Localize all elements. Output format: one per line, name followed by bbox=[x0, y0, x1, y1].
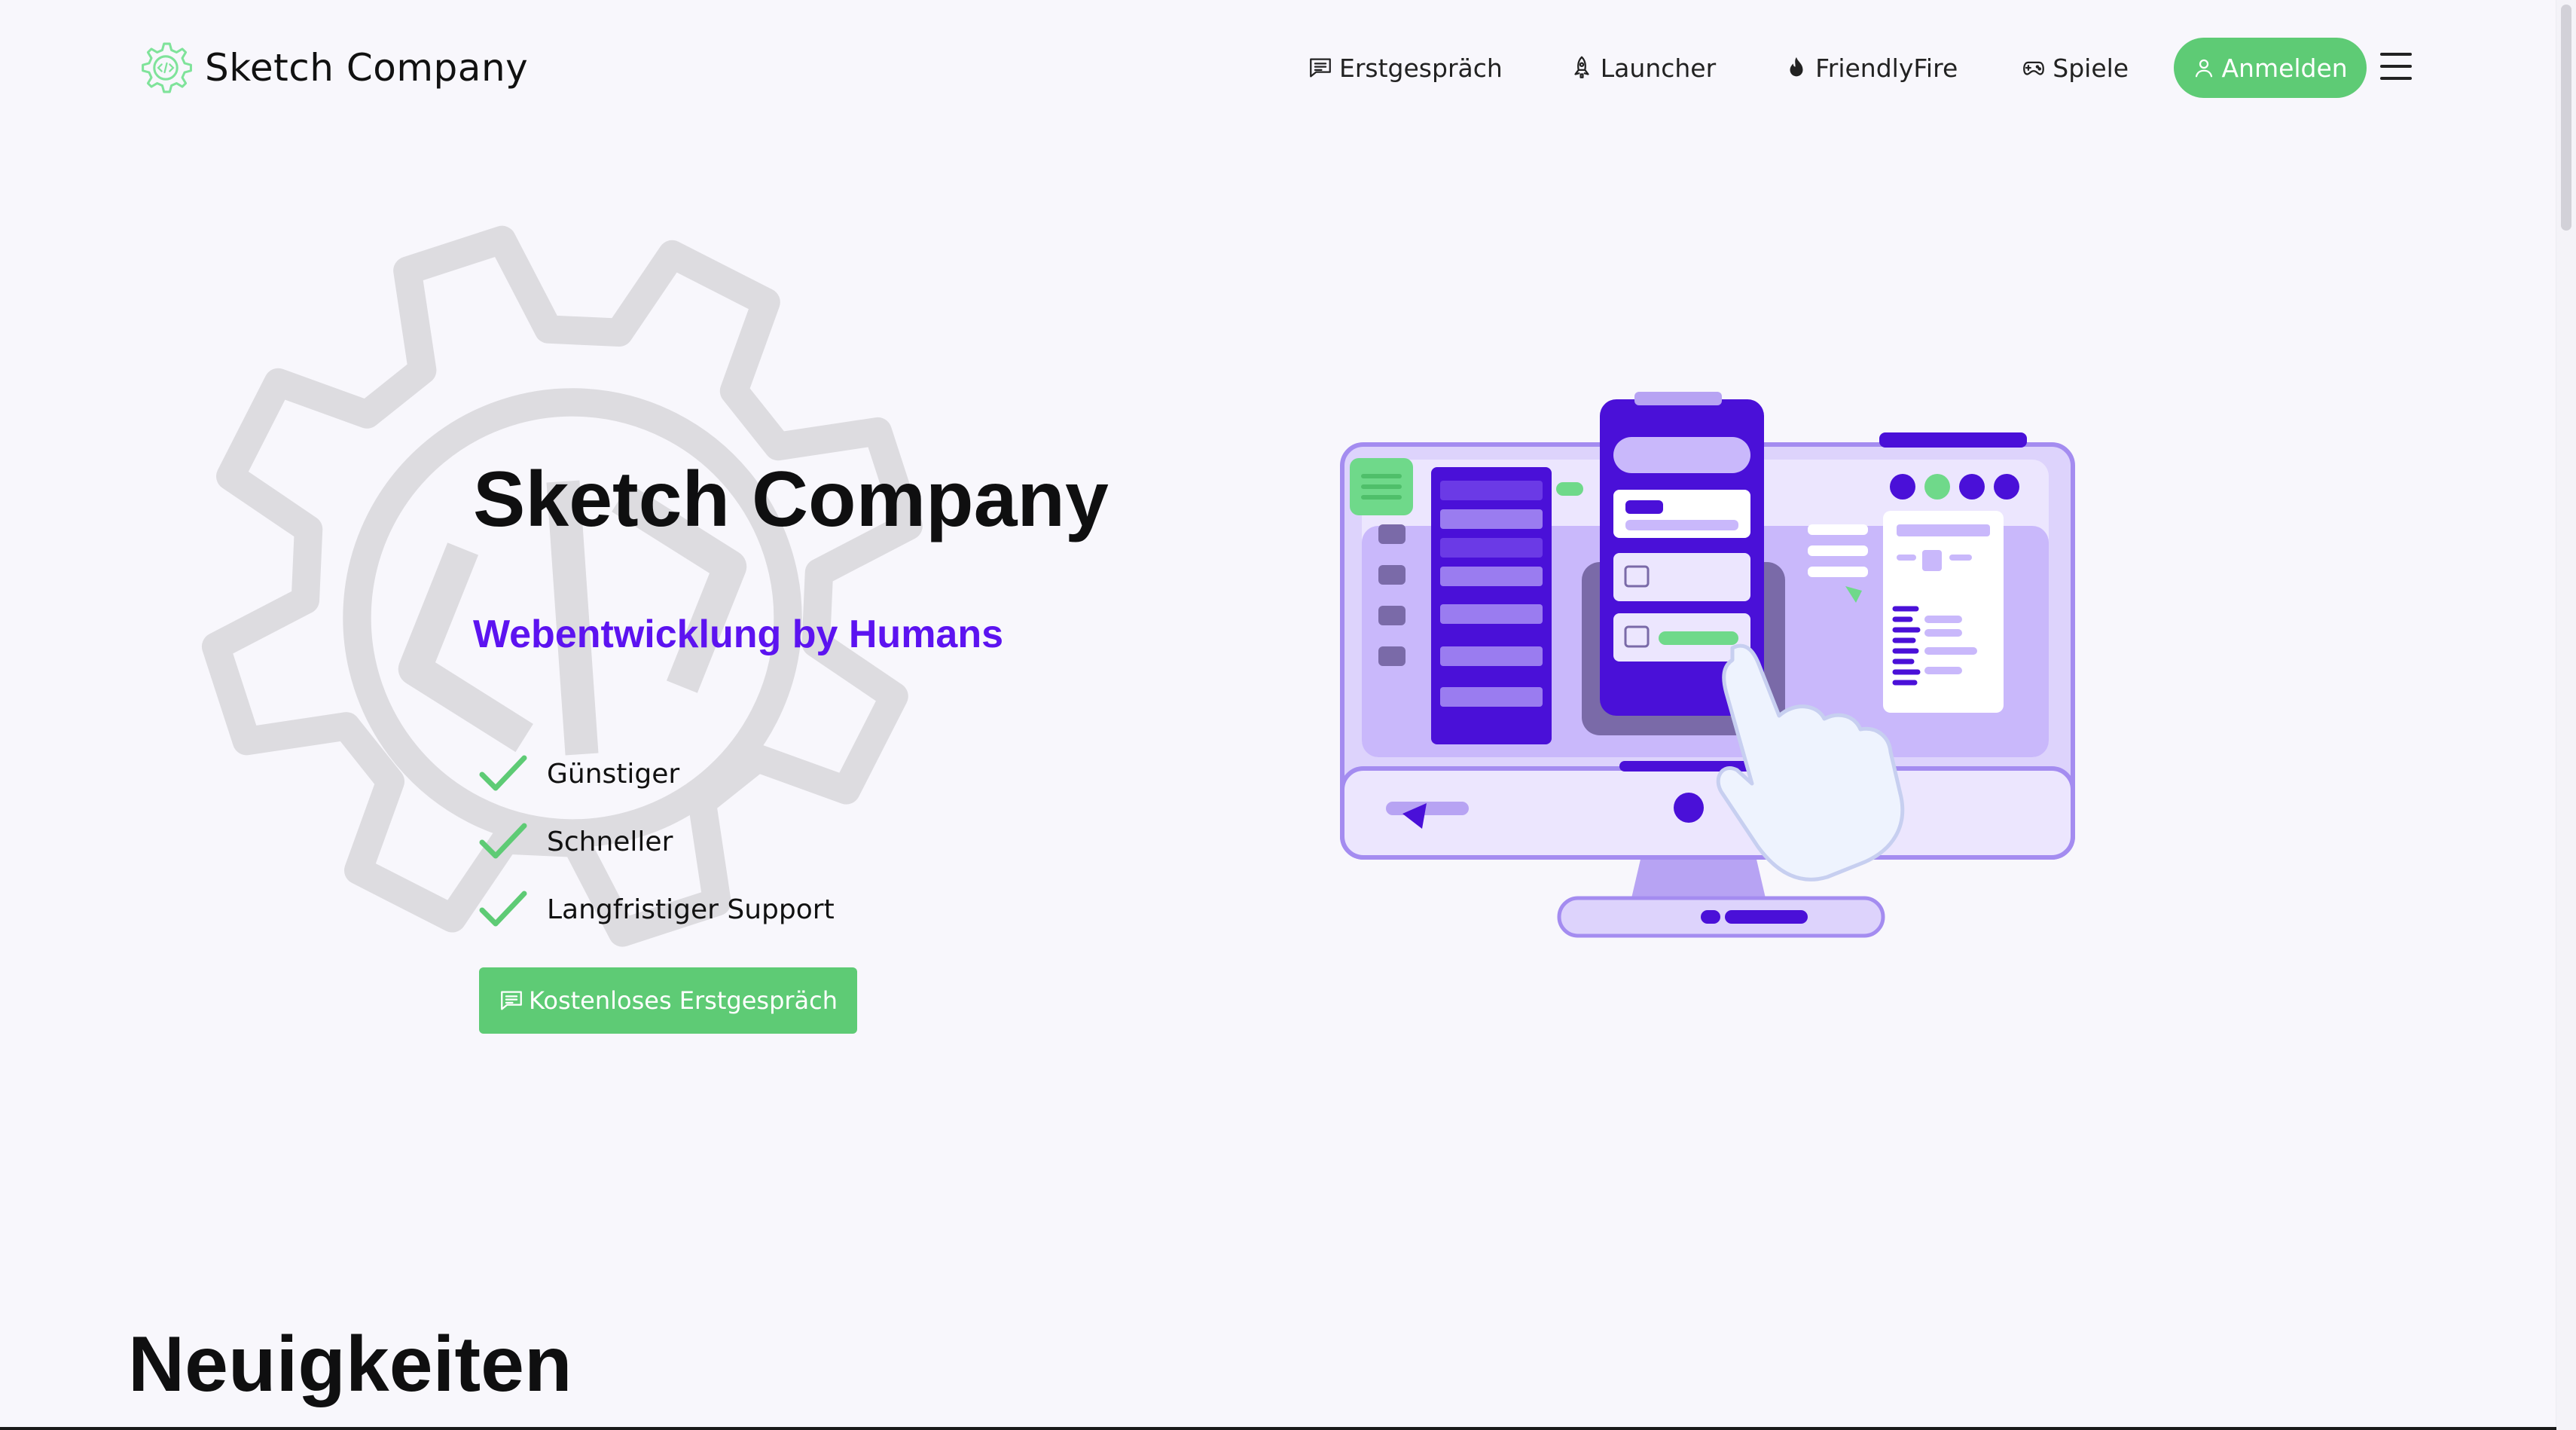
flame-icon bbox=[1790, 57, 1803, 77]
rocket-icon bbox=[1574, 56, 1589, 78]
divider bbox=[0, 1427, 2556, 1430]
nav-item-friendlyfire[interactable]: FriendlyFire bbox=[1784, 53, 1958, 83]
nav-item-label: FriendlyFire bbox=[1815, 53, 1958, 83]
computer-with-hand-illustration bbox=[1340, 392, 2075, 938]
nav-item-spiele[interactable]: Spiele bbox=[2021, 53, 2129, 83]
nav-item-launcher[interactable]: Launcher bbox=[1569, 53, 1716, 83]
feature-label: Schneller bbox=[547, 826, 673, 857]
user-icon bbox=[2196, 59, 2213, 78]
brand-name: Sketch Company bbox=[205, 46, 529, 90]
scrollbar-thumb[interactable] bbox=[2561, 5, 2571, 231]
checkmark-icon bbox=[479, 823, 527, 859]
checkmark-icon bbox=[479, 755, 527, 791]
login-button[interactable]: Anmelden bbox=[2174, 38, 2367, 98]
nav-item-label: Erstgespräch bbox=[1339, 53, 1503, 83]
hamburger-icon[interactable] bbox=[2380, 53, 2412, 80]
scrollbar[interactable] bbox=[2556, 0, 2576, 1430]
nav-item-label: Spiele bbox=[2053, 53, 2129, 83]
nav-item-label: Launcher bbox=[1600, 53, 1717, 83]
brand-logo[interactable]: Sketch Company bbox=[137, 38, 528, 98]
feature-list: Günstiger Schneller Langfristiger Suppor… bbox=[479, 740, 835, 943]
feature-item: Langfristiger Support bbox=[479, 875, 835, 943]
feature-item: Günstiger bbox=[479, 740, 835, 808]
hero-title: Sketch Company bbox=[473, 456, 1109, 543]
chat-icon bbox=[501, 991, 522, 1010]
feature-label: Günstiger bbox=[547, 758, 680, 790]
main-nav: Erstgespräch Launcher FriendlyFire Spiel… bbox=[1308, 36, 2367, 99]
feature-label: Langfristiger Support bbox=[547, 894, 835, 925]
news-section-title: Neuigkeiten bbox=[128, 1321, 572, 1408]
chat-icon bbox=[1310, 58, 1331, 78]
login-button-label: Anmelden bbox=[2221, 53, 2348, 83]
gear-code-icon bbox=[142, 42, 192, 93]
feature-item: Schneller bbox=[479, 808, 835, 875]
hero-subtitle: Webentwicklung by Humans bbox=[473, 613, 1004, 656]
nav-item-erstgespraech[interactable]: Erstgespräch bbox=[1308, 53, 1503, 83]
cta-button[interactable]: Kostenloses Erstgespräch bbox=[479, 967, 857, 1034]
checkmark-icon bbox=[479, 891, 527, 927]
cta-button-label: Kostenloses Erstgespräch bbox=[528, 986, 838, 1015]
gamepad-icon bbox=[2023, 61, 2045, 75]
